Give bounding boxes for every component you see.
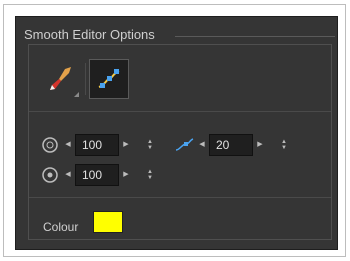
pressure-row: ◀ 100 ▶ ▲ ▼ <box>39 164 157 186</box>
screenshot-frame: Smooth Editor Options ◀ 100 ▶ ▲ ▼ ◀ 20 ▶… <box>3 4 346 257</box>
pressure-increase-arrow[interactable]: ▶ <box>119 164 133 186</box>
title-divider <box>175 36 335 37</box>
pressure-stepper[interactable]: ▲ ▼ <box>143 164 157 186</box>
pressure-field[interactable]: 100 <box>75 164 119 186</box>
size-increase-arrow[interactable]: ▶ <box>119 134 133 156</box>
tool-separator <box>85 63 86 95</box>
options-group: ◀ 100 ▶ ▲ ▼ ◀ 20 ▶ ▲ ▼ ◀ 100 ▶ ▲ ▼ Colou… <box>28 44 332 240</box>
smoothness-decrease-arrow[interactable]: ◀ <box>195 134 209 156</box>
colour-label: Colour <box>43 220 79 234</box>
smoothness-stepper[interactable]: ▲ ▼ <box>277 134 291 156</box>
size-field[interactable]: 100 <box>75 134 119 156</box>
smooth-curve-icon <box>173 134 195 156</box>
smooth-editor-options-panel: Smooth Editor Options ◀ 100 ▶ ▲ ▼ ◀ 20 ▶… <box>15 16 338 250</box>
tool-menu-corner-indicator <box>74 92 79 97</box>
smoothness-field[interactable]: 20 <box>209 134 253 156</box>
smooth-editor-icon <box>98 69 120 88</box>
section-divider-bottom <box>29 197 331 198</box>
colour-swatch[interactable] <box>93 211 123 233</box>
smoothness-increase-arrow[interactable]: ▶ <box>253 134 267 156</box>
size-decrease-arrow[interactable]: ◀ <box>61 134 75 156</box>
brush-tool-button[interactable] <box>41 59 81 99</box>
panel-title: Smooth Editor Options <box>24 27 155 42</box>
size-row: ◀ 100 ▶ ▲ ▼ ◀ 20 ▶ ▲ ▼ <box>39 134 291 156</box>
size-stepper[interactable]: ▲ ▼ <box>143 134 157 156</box>
section-divider-top <box>29 111 331 112</box>
pressure-decrease-arrow[interactable]: ◀ <box>61 164 75 186</box>
circle-size-icon <box>39 134 61 156</box>
smooth-editor-tool-button[interactable] <box>89 59 129 99</box>
brush-icon <box>50 67 71 90</box>
circle-pressure-icon <box>39 164 61 186</box>
